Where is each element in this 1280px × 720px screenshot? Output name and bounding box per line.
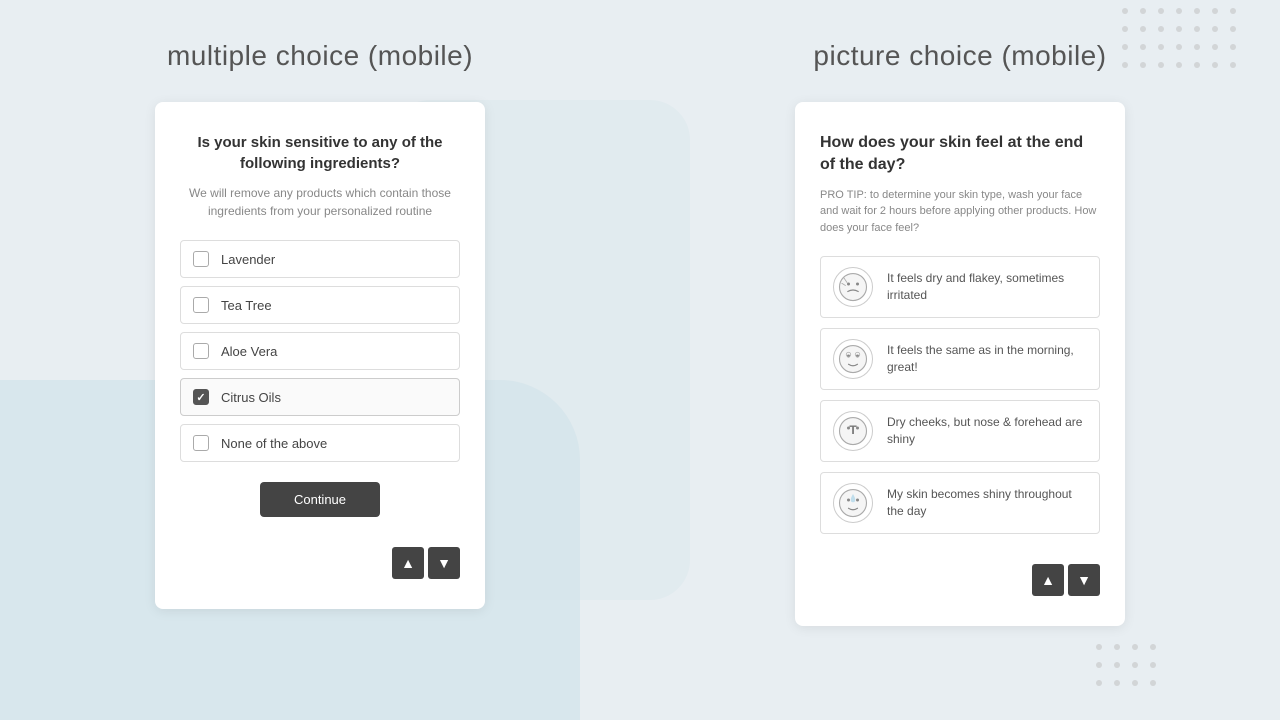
- right-panel-title: picture choice (mobile): [813, 40, 1106, 72]
- pic-choice-text-combination: Dry cheeks, but nose & forehead are shin…: [887, 414, 1087, 448]
- pic-choice-normal[interactable]: It feels the same as in the morning, gre…: [820, 328, 1100, 390]
- svg-text:T: T: [849, 423, 857, 437]
- checkbox-none[interactable]: [193, 435, 209, 451]
- choice-none[interactable]: None of the above: [180, 424, 460, 462]
- choice-label-aloe-vera: Aloe Vera: [221, 344, 277, 359]
- pc-protip: PRO TIP: to determine your skin type, wa…: [820, 187, 1100, 237]
- checkbox-lavender[interactable]: [193, 251, 209, 267]
- pic-choice-text-dry: It feels dry and flakey, sometimes irrit…: [887, 270, 1087, 304]
- mc-card-inner: Is your skin sensitive to any of the fol…: [180, 132, 460, 579]
- picture-choice-card: How does your skin feel at the end of th…: [795, 102, 1125, 626]
- pic-choice-text-oily: My skin becomes shiny throughout the day: [887, 486, 1087, 520]
- pic-icon-dry: [833, 267, 873, 307]
- pic-choice-dry[interactable]: It feels dry and flakey, sometimes irrit…: [820, 256, 1100, 318]
- pic-icon-normal: [833, 339, 873, 379]
- choice-label-lavender: Lavender: [221, 252, 275, 267]
- mc-nav-up[interactable]: ▲: [392, 547, 424, 579]
- pc-nav-down[interactable]: ▼: [1068, 564, 1100, 596]
- checkbox-aloe-vera[interactable]: [193, 343, 209, 359]
- choice-label-tea-tree: Tea Tree: [221, 298, 272, 313]
- pic-choice-oily[interactable]: My skin becomes shiny throughout the day: [820, 472, 1100, 534]
- choice-label-citrus-oils: Citrus Oils: [221, 390, 281, 405]
- pc-question: How does your skin feel at the end of th…: [820, 132, 1100, 177]
- right-panel: picture choice (mobile) How does your sk…: [640, 0, 1280, 720]
- choice-label-none: None of the above: [221, 436, 327, 451]
- left-panel: multiple choice (mobile) Is your skin se…: [0, 0, 640, 720]
- left-panel-title: multiple choice (mobile): [167, 40, 473, 72]
- mc-card-nav: ▲ ▼: [180, 547, 460, 579]
- choice-aloe-vera[interactable]: Aloe Vera: [180, 332, 460, 370]
- main-layout: multiple choice (mobile) Is your skin se…: [0, 0, 1280, 720]
- choice-lavender[interactable]: Lavender: [180, 240, 460, 278]
- pc-nav-up[interactable]: ▲: [1032, 564, 1064, 596]
- pic-icon-oily: [833, 483, 873, 523]
- pic-choice-text-normal: It feels the same as in the morning, gre…: [887, 342, 1087, 376]
- mc-nav-down[interactable]: ▼: [428, 547, 460, 579]
- pic-choice-combination[interactable]: T Dry cheeks, but nose & forehead are sh…: [820, 400, 1100, 462]
- pic-icon-combination: T: [833, 411, 873, 451]
- continue-button[interactable]: Continue: [260, 482, 380, 517]
- mc-subtext: We will remove any products which contai…: [180, 184, 460, 220]
- pc-card-inner: How does your skin feel at the end of th…: [820, 132, 1100, 596]
- mc-question: Is your skin sensitive to any of the fol…: [180, 132, 460, 174]
- multiple-choice-card: Is your skin sensitive to any of the fol…: [155, 102, 485, 609]
- checkbox-tea-tree[interactable]: [193, 297, 209, 313]
- pc-card-nav: ▲ ▼: [820, 564, 1100, 596]
- choice-tea-tree[interactable]: Tea Tree: [180, 286, 460, 324]
- choice-citrus-oils[interactable]: Citrus Oils: [180, 378, 460, 416]
- checkbox-citrus-oils[interactable]: [193, 389, 209, 405]
